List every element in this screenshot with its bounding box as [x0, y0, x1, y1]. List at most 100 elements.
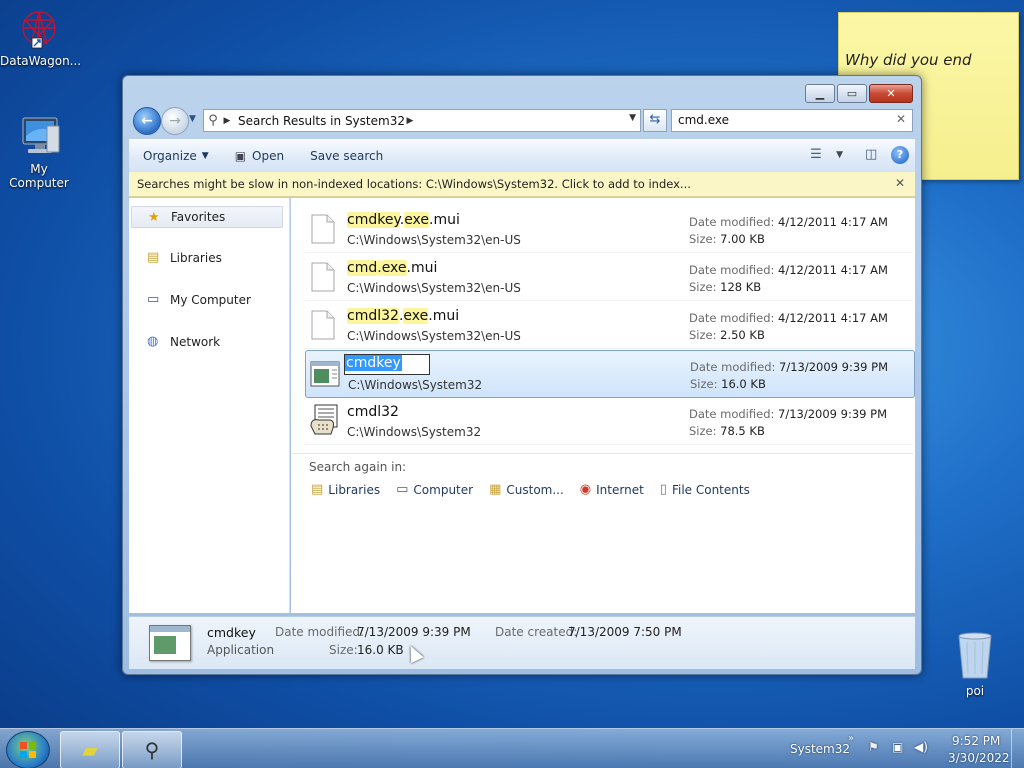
desktop-icon-recycle-bin[interactable]: poi	[936, 630, 1014, 698]
navigation-bar: ← → ▼ ⚲ ▶ Search Results in System32 ▶ ▼…	[131, 106, 915, 135]
desktop-icon-my-computer[interactable]: My Computer	[0, 114, 78, 190]
sticky-note-text[interactable]: Why did you end	[845, 51, 972, 69]
search-again-computer[interactable]: ▭ Computer	[396, 482, 473, 497]
date-modified: Date modified: 4/12/2011 4:17 AM	[689, 311, 888, 325]
chevron-down-icon: ▼	[201, 151, 209, 161]
search-again-custom[interactable]: ▦ Custom...	[489, 482, 564, 497]
minimize-button[interactable]: ▁	[805, 84, 835, 103]
details-date-modified-value: 7/13/2009 9:39 PM	[357, 625, 471, 639]
clock-date[interactable]: 3/30/2022	[948, 751, 1010, 765]
address-dropdown-icon[interactable]: ▼	[629, 113, 636, 123]
network-icon[interactable]: ▣	[892, 740, 903, 754]
clock-time[interactable]: 9:52 PM	[952, 734, 1000, 748]
nav-item-label: My Computer	[170, 292, 251, 307]
index-info-bar[interactable]: Searches might be slow in non-indexed lo…	[129, 172, 915, 197]
date-modified-value: 4/12/2011 4:17 AM	[778, 215, 888, 229]
recent-pages-dropdown[interactable]: ▼	[189, 114, 196, 124]
breadcrumb[interactable]: Search Results in System32	[238, 114, 405, 128]
breadcrumb-arrow-icon[interactable]: ▶	[222, 116, 232, 126]
size-value: 78.5 KB	[720, 424, 765, 438]
tray-expand-icon[interactable]: »	[848, 733, 854, 744]
volume-icon[interactable]: ◀)	[914, 740, 928, 754]
rename-selected-text[interactable]: cmdkey	[345, 355, 402, 371]
organize-button[interactable]: Organize ▼	[129, 149, 221, 163]
details-date-created-label: Date created:	[495, 625, 578, 639]
file-size: Size: 16.0 KB	[690, 377, 766, 391]
file-name[interactable]: cmdkey.exe.mui	[347, 212, 460, 228]
forward-button[interactable]: →	[161, 107, 189, 135]
file-name[interactable]: cmdl32	[347, 404, 399, 420]
desktop-icon-label: My Computer	[9, 162, 69, 190]
search-again-option-label: Custom...	[506, 482, 564, 497]
save-search-button[interactable]: Save search	[296, 149, 395, 163]
file-path: C:\Windows\System32	[347, 425, 482, 439]
rename-field[interactable]: cmdkey	[344, 354, 430, 375]
show-desktop-button[interactable]	[1011, 729, 1024, 768]
view-icon[interactable]: ☰	[810, 147, 826, 163]
date-modified: Date modified: 4/12/2011 4:17 AM	[689, 215, 888, 229]
breadcrumb-arrow-icon[interactable]: ▶	[405, 116, 415, 126]
date-modified-label: Date modified:	[690, 360, 776, 374]
list-item[interactable]: cmd.exe.mui C:\Windows\System32\en-US Da…	[305, 254, 913, 301]
recycle-bin-icon	[955, 630, 995, 682]
search-again-libraries[interactable]: ▤ Libraries	[311, 482, 380, 497]
search-again-file-contents[interactable]: ▯ File Contents	[660, 482, 750, 497]
taskbar-sticky-notes[interactable]: ▰	[60, 731, 120, 768]
file-name[interactable]: cmd.exe.mui	[347, 260, 437, 276]
help-icon[interactable]: ?	[891, 146, 909, 164]
close-button[interactable]: ✕	[869, 84, 913, 103]
list-item[interactable]: cmdl32 C:\Windows\System32 Date modified…	[305, 398, 913, 445]
open-label: Open	[252, 149, 285, 163]
match-highlight: exe	[403, 308, 429, 324]
list-item-selected[interactable]: cmdkey C:\Windows\System32 Date modified…	[305, 350, 915, 398]
match-highlight: exe	[404, 212, 430, 228]
search-input[interactable]	[676, 112, 890, 128]
taskbar-search-explorer[interactable]: ⚲	[122, 731, 182, 768]
date-modified: Date modified: 4/12/2011 4:17 AM	[689, 263, 888, 277]
details-size-value: 16.0 KB	[357, 643, 404, 657]
arrow-left-icon: ←	[141, 113, 153, 129]
search-again-internet[interactable]: ◉ Internet	[580, 482, 644, 497]
list-item[interactable]: cmdl32.exe.mui C:\Windows\System32\en-US…	[305, 302, 913, 349]
match-highlight: cmd	[347, 260, 378, 276]
refresh-button[interactable]: ⇆	[643, 109, 667, 132]
nav-item-libraries[interactable]: ▤ Libraries	[147, 250, 222, 265]
size-label: Size:	[689, 328, 717, 342]
search-again-option-label: File Contents	[671, 482, 750, 497]
close-icon[interactable]: ✕	[895, 176, 905, 190]
file-path: C:\Windows\System32\en-US	[347, 281, 521, 295]
search-again-label: Search again in:	[309, 460, 407, 474]
file-path: C:\Windows\System32\en-US	[347, 233, 521, 247]
application-icon	[310, 361, 340, 387]
nav-item-label: Network	[170, 334, 221, 349]
file-name[interactable]: cmdl32.exe.mui	[347, 308, 459, 324]
window-controls: ▁ ▭ ✕	[803, 84, 913, 103]
explorer-window[interactable]: ▁ ▭ ✕ ← → ▼ ⚲ ▶ Search Results in System…	[122, 75, 922, 675]
nav-item-label: Libraries	[170, 250, 222, 265]
libraries-icon: ▤	[311, 482, 324, 497]
match-highlight: cmdl32	[347, 308, 399, 324]
list-item[interactable]: cmdkey.exe.mui C:\Windows\System32\en-US…	[305, 206, 913, 253]
desktop-icon-datawagon[interactable]: DataWagon...	[0, 8, 82, 68]
tray-toolbar-label[interactable]: System32	[790, 742, 850, 756]
maximize-button[interactable]: ▭	[837, 84, 867, 103]
application-icon: ▣	[234, 149, 247, 163]
chevron-down-icon[interactable]: ▼	[836, 150, 843, 160]
preview-pane-icon[interactable]: ◫	[865, 147, 881, 163]
match-highlight: cmdkey	[347, 212, 400, 228]
back-button[interactable]: ←	[133, 107, 161, 135]
file-size: Size: 7.00 KB	[689, 232, 765, 246]
start-button[interactable]	[6, 731, 50, 768]
nav-item-network[interactable]: ◍ Network	[147, 334, 220, 349]
desktop-icon-label: DataWagon...	[0, 54, 82, 68]
search-box[interactable]: ✕	[671, 109, 913, 132]
date-modified-value: 4/12/2011 4:17 AM	[778, 311, 888, 325]
address-bar[interactable]: ⚲ ▶ Search Results in System32 ▶ ▼	[203, 109, 641, 132]
nav-item-my-computer[interactable]: ▭ My Computer	[147, 292, 251, 307]
action-center-icon[interactable]: ⚑	[868, 740, 879, 754]
nav-item-favorites[interactable]: ★ Favorites	[131, 206, 283, 228]
date-modified-label: Date modified:	[689, 311, 775, 325]
info-bar-text[interactable]: Searches might be slow in non-indexed lo…	[137, 177, 691, 191]
open-button[interactable]: ▣ Open	[221, 149, 296, 163]
clear-search-icon[interactable]: ✕	[896, 112, 906, 126]
